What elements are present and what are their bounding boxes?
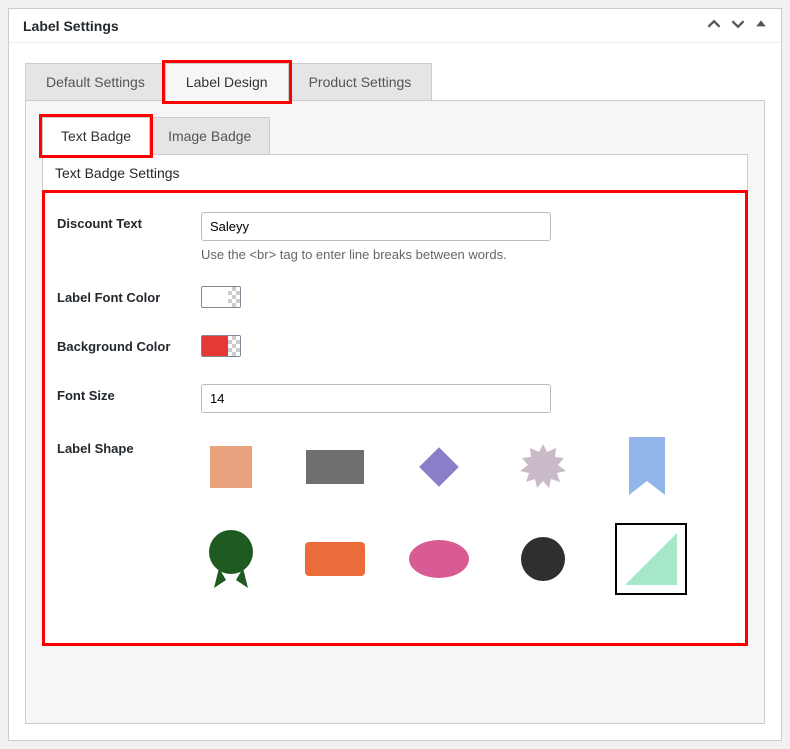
discount-text-hint: Use the <br> tag to enter line breaks be… [201,247,733,262]
font-size-input[interactable] [201,384,551,413]
design-pane: Text Badge Image Badge Text Badge Settin… [25,100,765,724]
tab-label-design[interactable]: Label Design [165,63,289,101]
shape-rectangle[interactable] [305,437,365,497]
shape-ellipse[interactable] [409,529,469,589]
text-badge-section: Text Badge Settings Discount Text Use th… [42,154,748,646]
tab-text-badge[interactable]: Text Badge [42,117,150,155]
tab-product-settings[interactable]: Product Settings [288,63,433,101]
discount-text-input[interactable] [201,212,551,241]
shape-diamond[interactable] [409,437,469,497]
tab-default-settings[interactable]: Default Settings [25,63,166,101]
section-title: Text Badge Settings [43,155,747,191]
bg-color-swatch[interactable] [201,335,241,357]
chevron-up-icon[interactable] [707,17,721,34]
panel-header: Label Settings [9,9,781,43]
label-shape-label: Label Shape [57,437,201,621]
shape-ribbon[interactable] [617,437,677,497]
label-settings-panel: Label Settings Default Settings Label De… [8,8,782,741]
collapse-icon[interactable] [755,18,767,33]
chevron-down-icon[interactable] [731,17,745,34]
page-title: Label Settings [23,18,707,34]
font-size-label: Font Size [57,384,201,413]
shape-square[interactable] [201,437,261,497]
main-tabs: Default Settings Label Design Product Se… [9,43,781,101]
discount-text-label: Discount Text [57,212,201,262]
shape-triangle[interactable] [617,525,685,593]
shape-circle[interactable] [513,529,573,589]
bg-color-label: Background Color [57,335,201,360]
shape-row-2 [201,525,733,593]
section-body: Discount Text Use the <br> tag to enter … [43,191,747,645]
tab-image-badge[interactable]: Image Badge [149,117,270,155]
font-color-swatch[interactable] [201,286,241,308]
shape-seal[interactable] [201,529,261,589]
shape-starburst[interactable] [513,437,573,497]
sub-tabs: Text Badge Image Badge [42,117,748,155]
shape-roundrect[interactable] [305,529,365,589]
shape-row-1 [201,437,733,497]
font-color-label: Label Font Color [57,286,201,311]
